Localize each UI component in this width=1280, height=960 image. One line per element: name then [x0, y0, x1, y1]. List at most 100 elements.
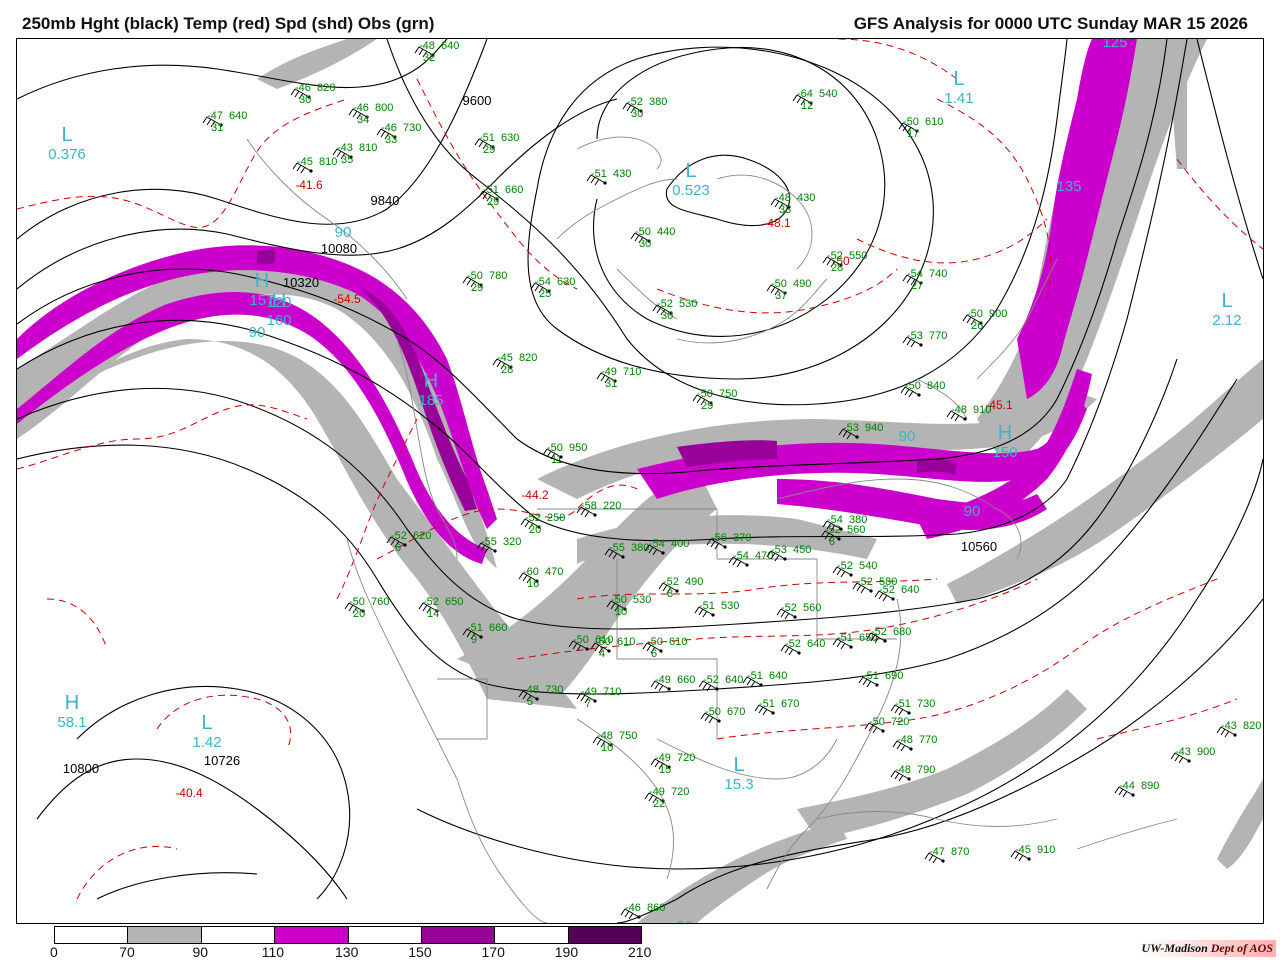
pressure-center-letter: H: [424, 370, 438, 392]
obs-height: 220: [603, 500, 621, 512]
colorbar-segment: [55, 927, 129, 943]
obs-dewpoint-depression: 20: [353, 608, 365, 620]
station-obs: -49 720 22: [644, 786, 689, 810]
obs-temperature: -50: [967, 308, 983, 320]
obs-height: 660: [489, 622, 507, 634]
station-dot: [607, 649, 611, 653]
temperature-label: -40.4: [175, 786, 203, 800]
station-dot: [907, 777, 911, 781]
obs-temperature: -50: [647, 636, 663, 648]
station-obs: -50 440 30: [630, 226, 675, 250]
obs-temperature: -47: [929, 846, 945, 858]
station-dot: [493, 549, 497, 553]
obs-dewpoint-depression: 4: [599, 648, 605, 660]
pressure-center-letter: L: [61, 124, 72, 146]
obs-temperature: -46: [625, 902, 641, 914]
station-obs: -48 640 32: [414, 40, 459, 64]
credit-label: UW-Madison Dept of AOS: [1138, 940, 1276, 957]
obs-temperature: -50: [903, 116, 919, 128]
obs-temperature: -44: [1119, 780, 1135, 792]
pressure-center-letter: H: [65, 692, 79, 714]
obs-dewpoint-depression: 8: [667, 588, 673, 600]
jet-speed-label: 90: [899, 428, 916, 445]
obs-height: 860: [647, 902, 665, 914]
obs-temperature: -51: [747, 670, 763, 682]
obs-height: 810: [359, 142, 377, 154]
station-dot: [675, 589, 679, 593]
station-dot: [723, 545, 727, 549]
station-obs: -51 630 29: [474, 132, 519, 156]
obs-temperature: -51: [699, 600, 715, 612]
station-obs: -51 530: [694, 600, 739, 618]
station-obs: -52 380 30: [622, 96, 667, 120]
station-dot: [715, 687, 719, 691]
pressure-center-value: 150: [992, 444, 1017, 461]
obs-temperature: -60: [523, 566, 539, 578]
obs-temperature: -54: [907, 268, 923, 280]
station-dot: [621, 555, 625, 559]
obs-dewpoint-depression: 29: [471, 282, 483, 294]
obs-height: 540: [859, 560, 877, 572]
obs-height: 780: [489, 270, 507, 282]
obs-height: 670: [781, 698, 799, 710]
obs-height: 610: [669, 636, 687, 648]
obs-height: 820: [1243, 720, 1261, 732]
obs-height: 840: [927, 380, 945, 392]
obs-height: 770: [929, 330, 947, 342]
station-dot: [839, 527, 843, 531]
obs-dewpoint-depression: 33: [385, 134, 397, 146]
obs-dewpoint-depression: 31: [605, 378, 617, 390]
obs-temperature: -47: [207, 110, 223, 122]
station-obs: -50 610 17: [898, 116, 943, 140]
obs-height: 470: [545, 566, 563, 578]
height-label: 10560: [961, 539, 997, 554]
weather-map[interactable]: L 0.376 H 157 H 160 H 185 H 58.1 L 1.42 L 0.523 L 1.41 L…: [16, 38, 1264, 924]
jet-speed-label: 90: [964, 503, 981, 520]
obs-height: 670: [727, 706, 745, 718]
station-dot: [771, 711, 775, 715]
obs-height: 490: [793, 278, 811, 290]
obs-dewpoint-depression: 17: [907, 128, 919, 140]
station-dot: [797, 651, 801, 655]
obs-height: 750: [719, 388, 737, 400]
obs-height: 820: [519, 352, 537, 364]
obs-dewpoint-depression: 20: [529, 524, 541, 536]
obs-height: 710: [603, 686, 621, 698]
obs-temperature: -50: [705, 706, 721, 718]
station-obs: -49 660: [650, 674, 695, 692]
pressure-center-letter: L: [953, 68, 964, 90]
obs-height: 950: [569, 442, 587, 454]
obs-height: 910: [973, 404, 991, 416]
obs-height: 630: [557, 276, 575, 288]
station-dot: [603, 181, 607, 185]
obs-dewpoint-depression: 30: [299, 94, 311, 106]
obs-dewpoint-depression: 6: [395, 542, 401, 554]
obs-height: 540: [819, 88, 837, 100]
station-obs: -51 660 29: [478, 184, 523, 208]
obs-temperature: -52: [781, 602, 797, 614]
obs-temperature: -46: [381, 122, 397, 134]
obs-dewpoint-depression: 9: [471, 634, 477, 646]
colorbar-segment: [201, 927, 276, 943]
pressure-center-letter: H: [998, 422, 1012, 444]
station-dot: [661, 551, 665, 555]
chart-title-left: 250mb Hght (black) Temp (red) Spd (shd) …: [22, 14, 435, 33]
obs-temperature: -46: [353, 102, 369, 114]
pressure-center-value: 0.376: [48, 146, 86, 163]
obs-temperature: -50: [869, 716, 885, 728]
obs-temperature: -50: [635, 226, 651, 238]
station-obs: -48 750 10: [592, 730, 637, 754]
height-label: 10320: [283, 275, 319, 290]
station-obs: -50 490 37: [766, 278, 811, 302]
station-obs: -47 640 31: [202, 110, 247, 134]
obs-dewpoint-depression: 29: [483, 144, 495, 156]
obs-temperature: -50: [467, 270, 483, 282]
colorbar-tick-label: 0: [50, 944, 58, 960]
station-dot: [637, 915, 641, 919]
station-obs: -58 220: [576, 500, 621, 518]
height-label: 10726: [204, 753, 240, 768]
obs-temperature: -50: [771, 278, 787, 290]
obs-temperature: -49: [655, 752, 671, 764]
pressure-center-value: 1.41: [944, 90, 973, 107]
obs-temperature: -48: [895, 764, 911, 776]
